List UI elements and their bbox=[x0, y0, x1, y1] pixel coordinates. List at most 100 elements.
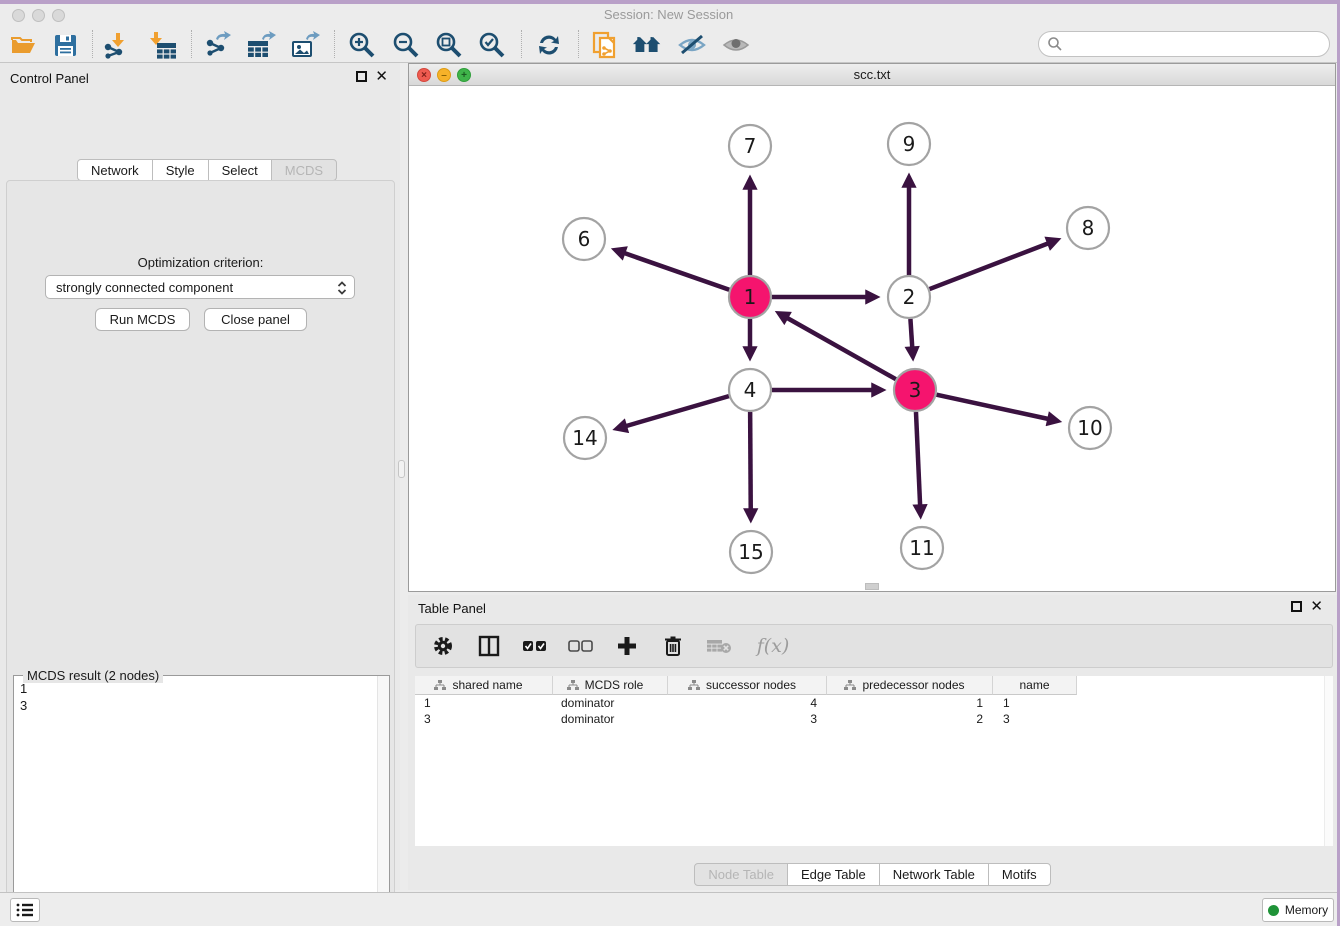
export-table-icon[interactable] bbox=[246, 30, 276, 60]
zoom-selected-icon[interactable] bbox=[477, 30, 507, 60]
toolbar-separator bbox=[92, 30, 93, 58]
toolbar-separator bbox=[191, 30, 192, 58]
result-scrollbar[interactable] bbox=[377, 676, 389, 926]
export-image-icon[interactable] bbox=[290, 30, 320, 60]
node-table[interactable]: shared name MCDS role successor nodes pr… bbox=[415, 676, 1333, 846]
graph-edge-4-14[interactable] bbox=[626, 396, 729, 426]
delete-table-icon[interactable] bbox=[706, 633, 732, 659]
table-header-row: shared name MCDS role successor nodes pr… bbox=[415, 676, 1333, 695]
delete-icon[interactable] bbox=[660, 633, 686, 659]
function-builder-icon[interactable]: f(x) bbox=[752, 633, 794, 659]
tab-network-table[interactable]: Network Table bbox=[879, 863, 989, 886]
graph-edge-2-8[interactable] bbox=[930, 243, 1048, 289]
tab-network[interactable]: Network bbox=[77, 159, 153, 181]
hierarchy-icon bbox=[567, 680, 579, 690]
graph-edge-4-15[interactable] bbox=[750, 412, 751, 509]
search-icon bbox=[1047, 36, 1063, 52]
network-window-titlebar[interactable]: × – + scc.txt bbox=[409, 64, 1335, 86]
main-toolbar bbox=[0, 26, 1337, 63]
graph-node-label-11: 11 bbox=[909, 536, 934, 560]
network-view-window: × – + scc.txt 7968124314101511 bbox=[408, 63, 1336, 592]
app-titlebar[interactable]: Session: New Session bbox=[0, 4, 1337, 26]
search-input[interactable] bbox=[1038, 31, 1330, 57]
graph-node-label-6: 6 bbox=[578, 227, 591, 251]
graph-node-label-10: 10 bbox=[1077, 416, 1102, 440]
hierarchy-icon bbox=[688, 680, 700, 690]
memory-button[interactable]: Memory bbox=[1262, 898, 1334, 922]
zoom-in-icon[interactable] bbox=[347, 30, 377, 60]
graph-edge-3-11[interactable] bbox=[916, 412, 920, 505]
graph-edge-3-1[interactable] bbox=[787, 318, 895, 379]
table-row[interactable]: 1 dominator 4 1 1 bbox=[415, 695, 1333, 711]
graph-node-label-15: 15 bbox=[738, 540, 763, 564]
toolbar-separator bbox=[521, 30, 522, 58]
add-icon[interactable] bbox=[614, 633, 640, 659]
export-network-icon[interactable] bbox=[203, 30, 233, 60]
optimization-criterion-select[interactable]: strongly connected component bbox=[45, 275, 355, 299]
columns-icon[interactable] bbox=[476, 633, 502, 659]
task-list-icon bbox=[16, 902, 34, 918]
clone-network-icon[interactable] bbox=[590, 30, 620, 60]
application-window: Session: New Session bbox=[0, 0, 1340, 926]
import-table-icon[interactable] bbox=[148, 30, 178, 60]
network-graph[interactable]: 7968124314101511 bbox=[409, 86, 1335, 591]
tab-edge-table[interactable]: Edge Table bbox=[787, 863, 880, 886]
network-canvas[interactable]: 7968124314101511 bbox=[409, 86, 1335, 591]
refresh-layout-icon[interactable] bbox=[534, 30, 564, 60]
chevron-updown-icon bbox=[337, 280, 347, 296]
graph-node-label-2: 2 bbox=[903, 285, 916, 309]
tab-select[interactable]: Select bbox=[208, 159, 272, 181]
run-mcds-button[interactable]: Run MCDS bbox=[95, 308, 190, 331]
tab-mcds[interactable]: MCDS bbox=[271, 159, 337, 181]
memory-status-icon bbox=[1268, 905, 1279, 916]
graph-edge-1-6[interactable] bbox=[625, 253, 730, 290]
hierarchy-icon bbox=[844, 680, 856, 690]
show-all-icon[interactable] bbox=[721, 30, 751, 60]
neighbors-icon[interactable] bbox=[632, 30, 662, 60]
table-panel: Table Panel ✕ bbox=[408, 595, 1337, 890]
float-table-panel-icon[interactable] bbox=[1291, 601, 1302, 612]
column-header-name[interactable]: name bbox=[993, 676, 1077, 695]
table-row[interactable]: 3 dominator 3 2 3 bbox=[415, 711, 1333, 727]
optimization-criterion-label: Optimization criterion: bbox=[7, 255, 394, 270]
toolbar-separator bbox=[578, 30, 579, 58]
task-history-button[interactable] bbox=[10, 898, 40, 922]
zoom-out-icon[interactable] bbox=[391, 30, 421, 60]
gear-icon[interactable] bbox=[430, 633, 456, 659]
import-network-icon[interactable] bbox=[102, 30, 132, 60]
open-session-icon[interactable] bbox=[8, 30, 38, 60]
tab-style[interactable]: Style bbox=[152, 159, 209, 181]
graph-node-label-9: 9 bbox=[903, 132, 916, 156]
network-resize-grip[interactable] bbox=[865, 583, 879, 590]
graph-edge-2-3[interactable] bbox=[910, 319, 912, 347]
column-header-mcds-role[interactable]: MCDS role bbox=[553, 676, 668, 695]
tab-motifs[interactable]: Motifs bbox=[988, 863, 1051, 886]
zoom-fit-icon[interactable] bbox=[434, 30, 464, 60]
select-all-icon[interactable] bbox=[522, 633, 548, 659]
table-scrollbar[interactable] bbox=[1324, 676, 1333, 846]
column-header-shared-name[interactable]: shared name bbox=[415, 676, 553, 695]
column-header-successor-nodes[interactable]: successor nodes bbox=[668, 676, 827, 695]
panel-splitter-handle[interactable] bbox=[398, 460, 405, 478]
float-panel-icon[interactable] bbox=[356, 71, 367, 82]
mcds-tab-content: Optimization criterion: strongly connect… bbox=[6, 180, 395, 926]
status-bar: Memory bbox=[0, 892, 1337, 926]
graph-node-label-8: 8 bbox=[1082, 216, 1095, 240]
control-panel: Control Panel ✕ Network Style Select MCD… bbox=[0, 63, 400, 890]
save-session-icon[interactable] bbox=[50, 30, 80, 60]
hide-selected-icon[interactable] bbox=[677, 30, 707, 60]
table-toolbar: f(x) bbox=[415, 624, 1333, 668]
mcds-result-lines: 1 3 bbox=[20, 680, 27, 714]
mcds-result-box[interactable]: 1 3 bbox=[13, 675, 390, 926]
close-panel-button[interactable]: Close panel bbox=[204, 308, 307, 331]
table-tabbar: Node Table Edge Table Network Table Moti… bbox=[408, 863, 1337, 886]
deselect-all-icon[interactable] bbox=[568, 633, 594, 659]
tab-node-table[interactable]: Node Table bbox=[694, 863, 788, 886]
network-window-title: scc.txt bbox=[409, 67, 1335, 82]
column-header-predecessor-nodes[interactable]: predecessor nodes bbox=[827, 676, 993, 695]
close-panel-icon[interactable]: ✕ bbox=[375, 71, 388, 82]
graph-edge-3-10[interactable] bbox=[936, 395, 1047, 419]
table-panel-title: Table Panel bbox=[418, 601, 486, 616]
close-table-panel-icon[interactable]: ✕ bbox=[1310, 601, 1323, 612]
hierarchy-icon bbox=[434, 680, 446, 690]
